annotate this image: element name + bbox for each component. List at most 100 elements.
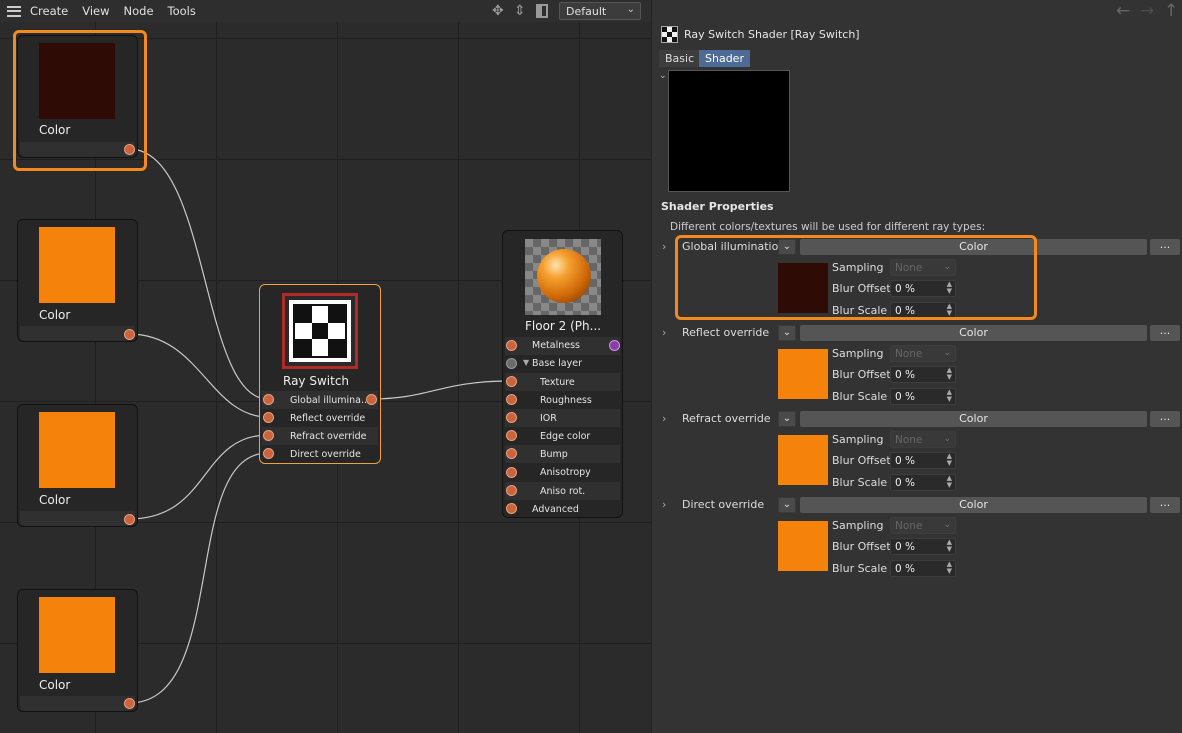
- group-label: Reflect override: [682, 326, 770, 339]
- ray-switch-node[interactable]: Ray Switch Global illumina... Reflect ov…: [259, 284, 381, 464]
- spinner-icon[interactable]: ▲ ▼: [947, 539, 952, 553]
- blur-offset-field[interactable]: 0 % ▲ ▼: [890, 452, 956, 469]
- input-port-anisotropy[interactable]: [506, 467, 517, 478]
- input-port-reflect[interactable]: [263, 412, 274, 423]
- input-port-edge-color[interactable]: [506, 430, 517, 441]
- blur-scale-field[interactable]: 0 % ▲ ▼: [890, 388, 956, 405]
- blur-offset-field[interactable]: 0 % ▲ ▼: [890, 538, 956, 555]
- menu-tools[interactable]: Tools: [168, 4, 196, 18]
- input-port-base-layer[interactable]: [506, 358, 517, 369]
- blur-scale-field[interactable]: 0 % ▲ ▼: [890, 474, 956, 491]
- more-button[interactable]: ...: [1150, 239, 1180, 255]
- color-button[interactable]: Color: [800, 497, 1147, 513]
- input-port-advanced[interactable]: [506, 503, 517, 514]
- chevron-right-icon[interactable]: ›: [662, 326, 666, 339]
- color-swatch: [39, 227, 115, 303]
- input-port-roughness[interactable]: [506, 394, 517, 405]
- node-footer: [20, 696, 135, 711]
- group-dropdown-button[interactable]: ⌄: [778, 325, 796, 341]
- input-port-refract[interactable]: [263, 430, 274, 441]
- input-port-metalness[interactable]: [506, 340, 517, 351]
- output-port[interactable]: [609, 340, 620, 351]
- port-label-gi: Global illumina...: [290, 395, 371, 406]
- input-port-direct[interactable]: [263, 448, 274, 459]
- checker-icon: [282, 293, 358, 369]
- up-arrow-icon[interactable]: ↑: [1164, 1, 1178, 21]
- material-node[interactable]: Floor 2 (Ph... Metalness ▼ Base layer Te…: [502, 230, 623, 518]
- node-footer: [20, 511, 135, 526]
- menu-view[interactable]: View: [82, 4, 109, 18]
- color-swatch[interactable]: [778, 435, 828, 485]
- blur-scale-label: Blur Scale: [832, 390, 888, 403]
- input-port-texture[interactable]: [506, 376, 517, 387]
- arrow-up-down-icon[interactable]: ⇕: [514, 3, 526, 19]
- material-preview: [525, 239, 601, 315]
- port-label-reflect: Reflect override: [290, 413, 366, 424]
- port-label-ior: IOR: [540, 413, 557, 424]
- more-button[interactable]: ...: [1150, 497, 1180, 513]
- description-text: Different colors/textures will be used f…: [670, 221, 986, 233]
- panel-title: Ray Switch Shader [Ray Switch]: [684, 28, 860, 41]
- color-node-3[interactable]: Color: [17, 404, 138, 527]
- color-node-2[interactable]: Color: [17, 219, 138, 342]
- menu-node[interactable]: Node: [124, 4, 154, 18]
- spinner-icon[interactable]: ▲ ▼: [947, 561, 952, 575]
- more-button[interactable]: ...: [1150, 325, 1180, 341]
- sampling-select[interactable]: None ⌄: [890, 517, 956, 534]
- port-label-metalness: Metalness: [532, 340, 580, 351]
- back-arrow-icon[interactable]: ←: [1116, 1, 1130, 21]
- tab-basic[interactable]: Basic: [659, 50, 701, 67]
- input-port-bump[interactable]: [506, 448, 517, 459]
- spinner-icon[interactable]: ▲ ▼: [947, 367, 952, 381]
- wire-direct: [128, 452, 269, 704]
- sampling-select[interactable]: None ⌄: [890, 431, 956, 448]
- input-port-ior[interactable]: [506, 412, 517, 423]
- panel-icon[interactable]: [536, 4, 548, 18]
- layout-select[interactable]: Default ⌄: [559, 2, 641, 20]
- output-port[interactable]: [124, 514, 135, 525]
- hamburger-icon[interactable]: [7, 5, 21, 17]
- move-icon[interactable]: ✥: [492, 3, 504, 19]
- blur-scale-field[interactable]: 0 % ▲ ▼: [890, 560, 956, 577]
- node-editor[interactable]: Create View Node Tools ✥ ⇕ Default ⌄ Col…: [0, 0, 651, 733]
- expand-arrow-icon[interactable]: ▼: [523, 358, 529, 367]
- color-swatch[interactable]: [778, 349, 828, 399]
- color-button[interactable]: Color: [800, 325, 1147, 341]
- wire-refract: [128, 434, 269, 520]
- output-port[interactable]: [124, 698, 135, 709]
- node-title: Color: [39, 308, 71, 322]
- color-button[interactable]: Color: [800, 411, 1147, 427]
- chevron-right-icon[interactable]: ›: [662, 498, 666, 511]
- input-port-aniso-rot[interactable]: [506, 485, 517, 496]
- forward-arrow-icon[interactable]: →: [1140, 1, 1154, 21]
- output-port[interactable]: [366, 394, 377, 405]
- spinner-icon[interactable]: ▲ ▼: [947, 475, 952, 489]
- chevron-right-icon[interactable]: ›: [662, 240, 666, 253]
- tab-shader[interactable]: Shader: [699, 50, 750, 67]
- blur-offset-field[interactable]: 0 % ▲ ▼: [890, 366, 956, 383]
- port-label-texture: Texture: [540, 377, 575, 388]
- sampling-select[interactable]: None ⌄: [890, 345, 956, 362]
- input-port-gi[interactable]: [263, 394, 274, 405]
- spinner-icon[interactable]: ▲ ▼: [947, 453, 952, 467]
- spinner-icon[interactable]: ▲ ▼: [947, 389, 952, 403]
- selection-highlight: [13, 30, 147, 171]
- group-dropdown-button[interactable]: ⌄: [778, 497, 796, 513]
- color-node-4[interactable]: Color: [17, 589, 138, 712]
- color-swatch: [39, 412, 115, 488]
- color-swatch[interactable]: [778, 521, 828, 571]
- checker-graphic: [289, 300, 351, 362]
- checker-graphic: [662, 27, 677, 42]
- port-row-bg: [505, 409, 620, 427]
- more-button[interactable]: ...: [1150, 411, 1180, 427]
- blur-offset-value: 0 %: [895, 541, 915, 553]
- chevron-down-icon[interactable]: ⌄: [659, 71, 667, 81]
- group-dropdown-button[interactable]: ⌄: [778, 411, 796, 427]
- chevron-right-icon[interactable]: ›: [662, 412, 666, 425]
- output-port[interactable]: [124, 329, 135, 340]
- sampling-value: None: [895, 520, 923, 532]
- group-highlight: [675, 235, 1037, 320]
- port-label-roughness: Roughness: [540, 395, 592, 406]
- menu-create[interactable]: Create: [30, 4, 68, 18]
- wire-reflect: [128, 333, 269, 418]
